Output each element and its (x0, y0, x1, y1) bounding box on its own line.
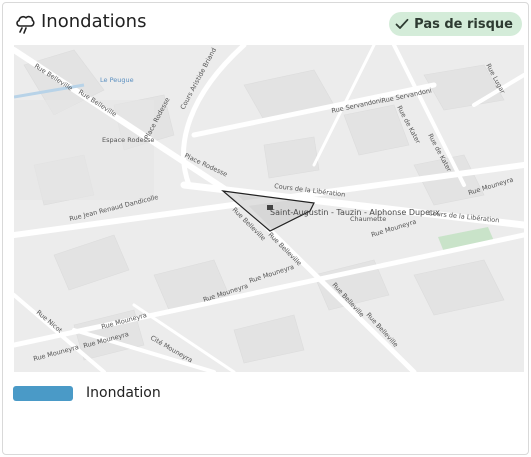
card-title: Inondations (41, 11, 147, 32)
check-icon (395, 18, 409, 29)
map-canvas[interactable]: Saint-Augustin - Tauzin - Alphonse Dupeu… (14, 45, 524, 372)
legend-label: Inondation (86, 385, 161, 401)
map-legend: Inondation (13, 383, 161, 403)
legend-swatch (13, 385, 73, 401)
risk-status-badge[interactable]: Pas de risque (389, 12, 522, 36)
risk-status-label: Pas de risque (414, 16, 513, 32)
landmark-label: Le Peugue (100, 76, 134, 84)
card-header: Inondations Pas de risque (3, 3, 528, 43)
flood-map[interactable]: Saint-Augustin - Tauzin - Alphonse Dupeu… (14, 45, 524, 372)
flood-risk-card: Inondations Pas de risque Saint-Augustin… (2, 2, 529, 455)
cloud-rain-icon (16, 15, 35, 34)
district-label: Chaumette (350, 215, 386, 223)
